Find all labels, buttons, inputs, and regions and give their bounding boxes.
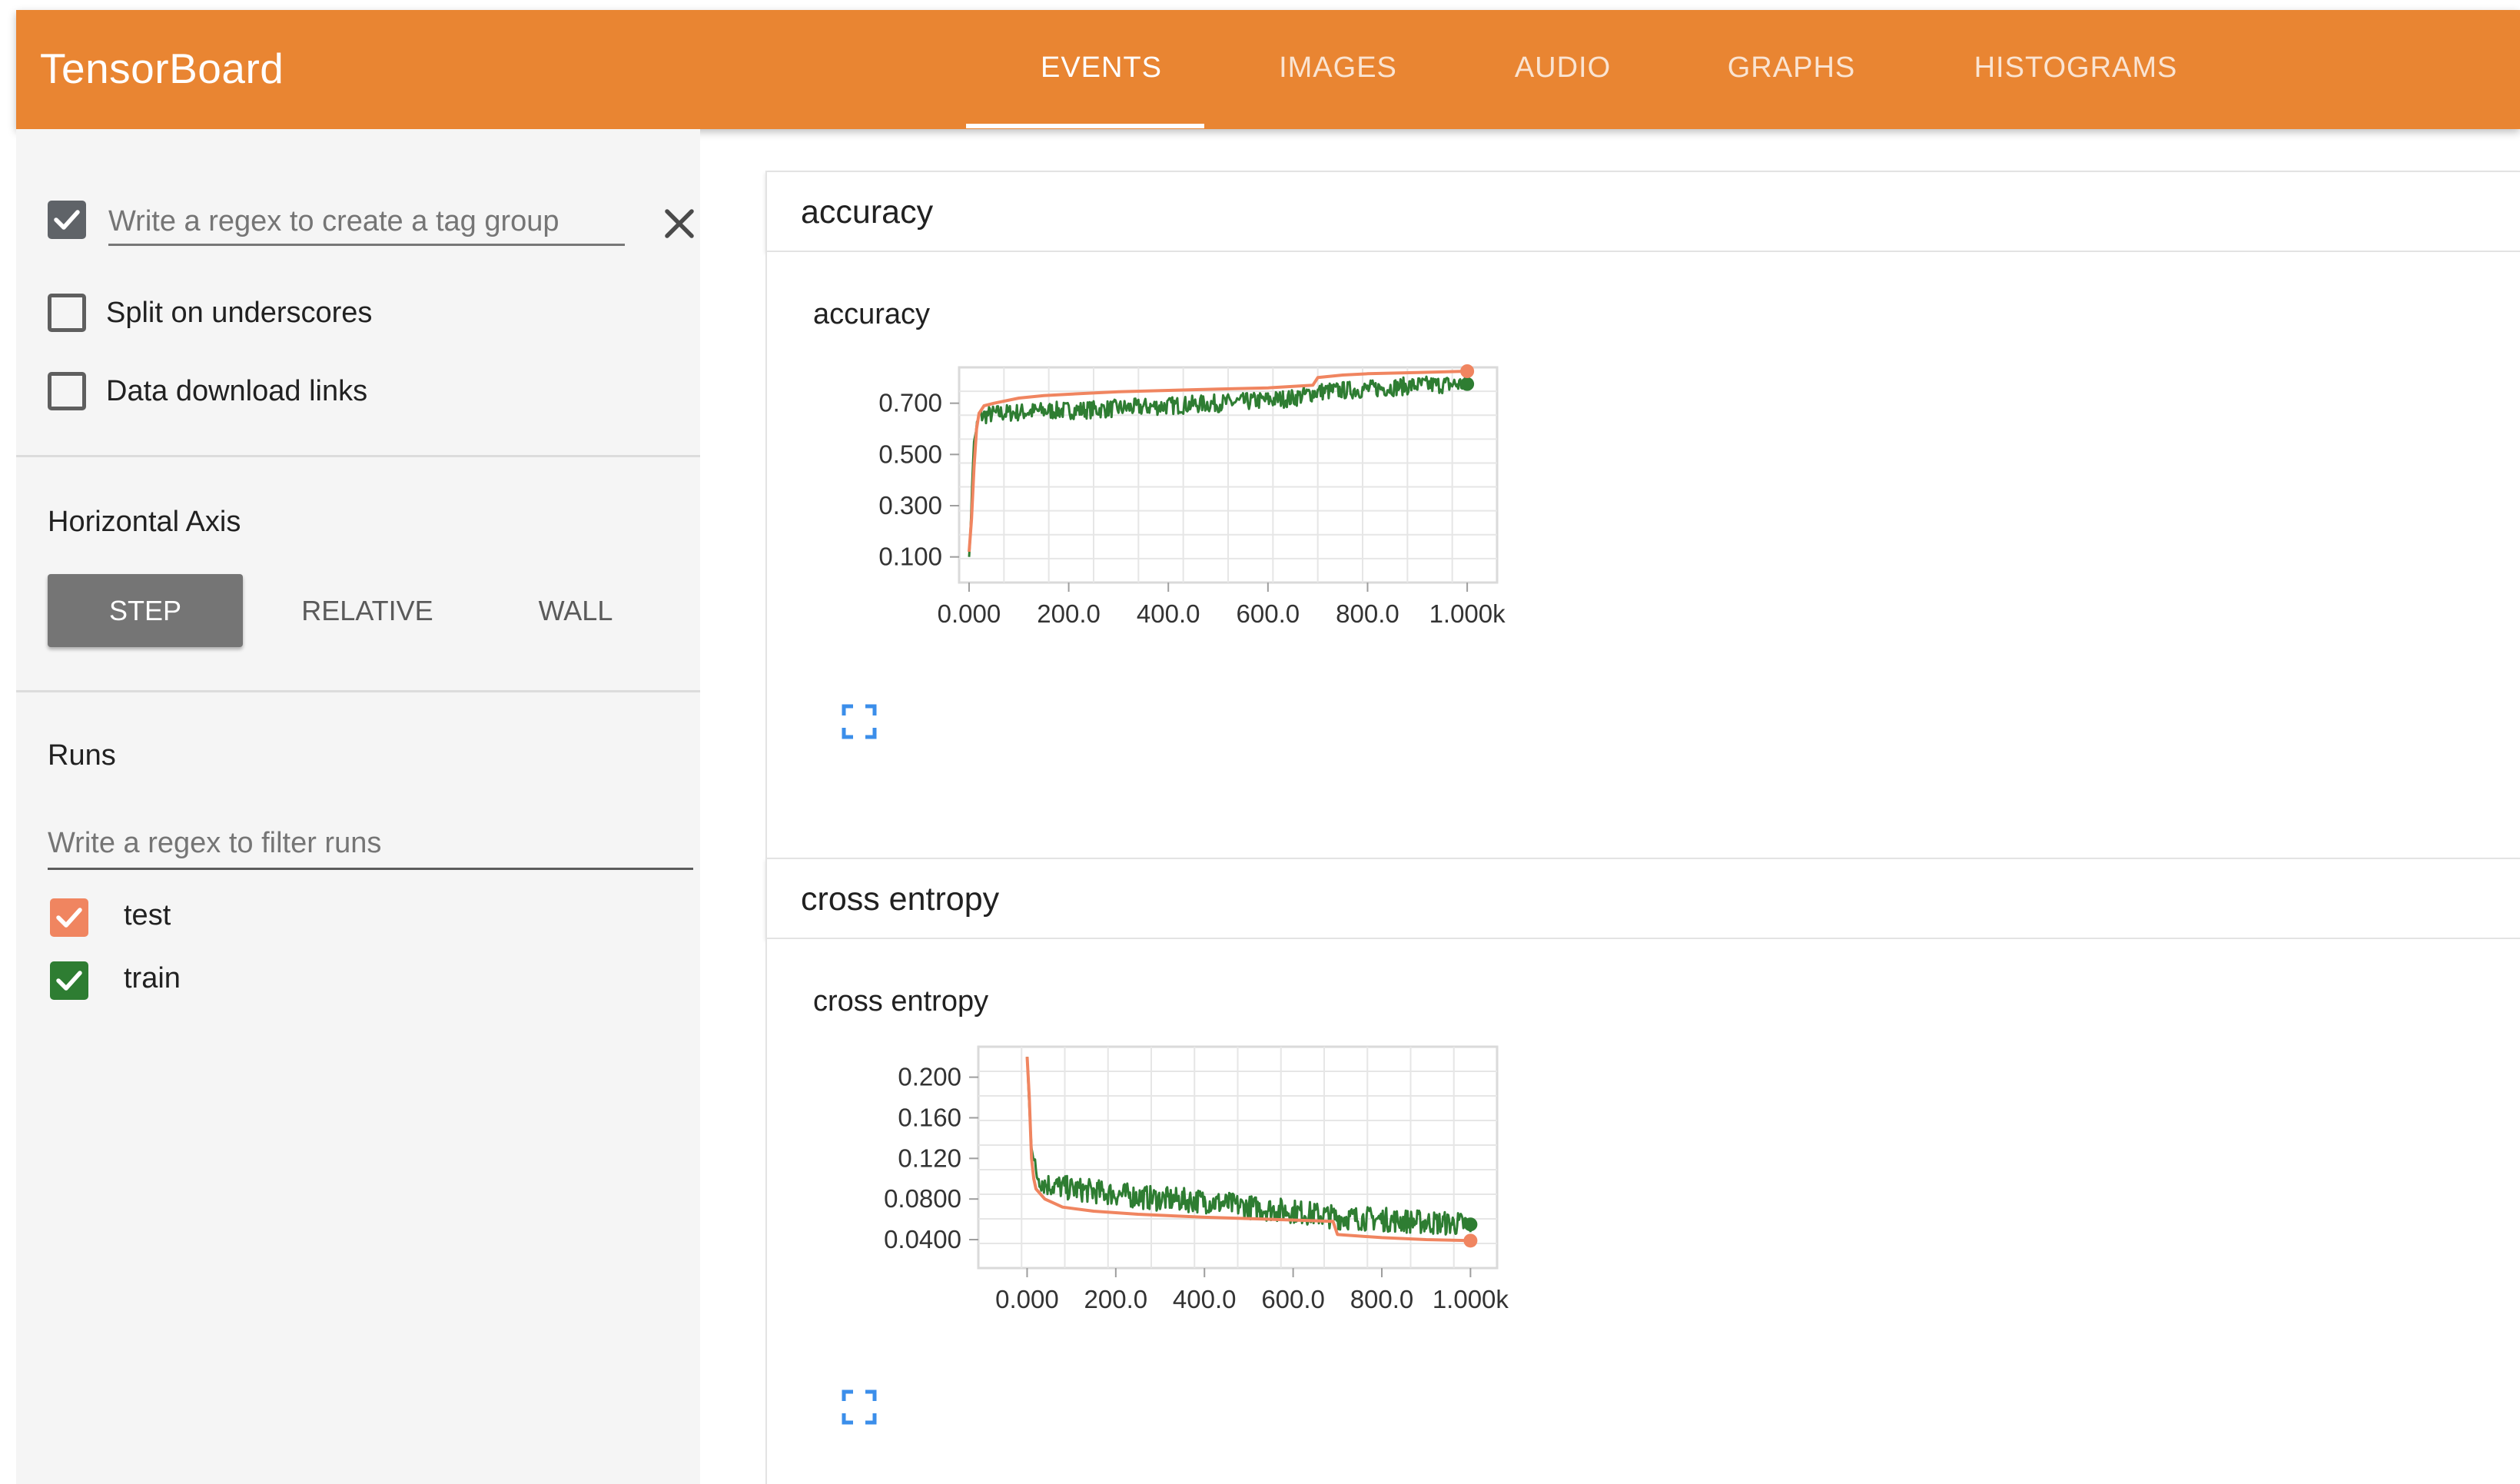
divider xyxy=(16,455,700,457)
x-tick-label: 600.0 xyxy=(1261,1285,1325,1313)
check-icon xyxy=(56,908,82,928)
check-icon xyxy=(56,971,82,991)
x-tick-label: 800.0 xyxy=(1350,1285,1414,1313)
accuracy-chart: 0.100 0.300 0.500 0.700 0.000 200.0 400.0 600.0… xyxy=(878,364,1506,628)
horizontal-axis-label: Horizontal Axis xyxy=(48,506,241,538)
runs-label: Runs xyxy=(48,739,116,772)
sidebar: Split on underscores Data download links… xyxy=(16,129,700,1484)
x-tick-label: 600.0 xyxy=(1237,599,1300,628)
fullscreen-icon[interactable] xyxy=(841,703,878,740)
y-tick-label: 0.120 xyxy=(898,1144,961,1172)
app-title: TensorBoard xyxy=(40,45,284,92)
tab-events[interactable]: EVENTS xyxy=(966,10,1237,129)
x-tick-label: 0.000 xyxy=(995,1285,1059,1313)
x-tick-label: 200.0 xyxy=(1037,599,1101,628)
x-tick-label: 800.0 xyxy=(1336,599,1399,628)
run-test-checkbox[interactable] xyxy=(50,898,88,937)
y-tick-label: 0.300 xyxy=(878,491,942,520)
y-tick-label: 0.160 xyxy=(898,1103,961,1131)
y-tick-label: 0.0800 xyxy=(884,1184,961,1213)
tab-graphs[interactable]: GRAPHS xyxy=(1692,10,1891,129)
run-test-label: test xyxy=(124,899,171,931)
pane-body-accuracy: accuracy 0.100 0.300 0.500 0.700 0.000 200.0 4… xyxy=(765,252,2520,859)
chart-title: accuracy xyxy=(813,298,931,330)
split-underscores-checkbox[interactable] xyxy=(48,294,86,332)
active-tab-indicator xyxy=(966,124,1204,128)
pane-header-cross-entropy[interactable]: cross entropy xyxy=(765,858,2520,939)
y-tick-label: 0.200 xyxy=(898,1063,961,1091)
x-tick-label: 400.0 xyxy=(1173,1285,1237,1313)
axis-relative-button[interactable]: RELATIVE xyxy=(270,574,465,647)
series-endpoint-test xyxy=(1460,364,1475,378)
pane-title: accuracy xyxy=(801,194,934,231)
divider xyxy=(16,690,700,692)
y-tick-label: 0.500 xyxy=(878,440,942,468)
tab-histograms[interactable]: HISTOGRAMS xyxy=(1953,10,2199,129)
cross-entropy-chart: 0.0400 0.0800 0.120 0.160 0.200 0.000 200.0 400… xyxy=(884,1045,1509,1313)
axis-wall-button[interactable]: WALL xyxy=(499,574,652,647)
tab-audio[interactable]: AUDIO xyxy=(1476,10,1649,129)
chart-title: cross entropy xyxy=(813,985,989,1018)
pane-body-cross-entropy: cross entropy 0.0400 0.0800 0.120 0.160 0.20… xyxy=(765,939,2520,1484)
series-endpoint-train xyxy=(1463,1217,1478,1232)
split-underscores-label: Split on underscores xyxy=(106,297,373,329)
runs-filter-input[interactable] xyxy=(48,818,693,870)
axis-step-button[interactable]: STEP xyxy=(48,574,243,647)
close-icon[interactable] xyxy=(658,202,701,245)
y-tick-label: 0.700 xyxy=(878,389,942,417)
data-download-label: Data download links xyxy=(106,375,368,407)
series-endpoint-train xyxy=(1460,377,1475,391)
x-tick-label: 1.000k xyxy=(1433,1285,1509,1313)
top-toolbar: TensorBoard EVENTS IMAGES AUDIO GRAPHS H… xyxy=(16,10,2520,129)
run-train-label: train xyxy=(124,962,181,994)
pane-title: cross entropy xyxy=(801,881,1000,918)
fullscreen-icon[interactable] xyxy=(841,1389,878,1426)
y-tick-label: 0.100 xyxy=(878,543,942,571)
check-icon xyxy=(54,210,80,230)
run-train-checkbox[interactable] xyxy=(50,961,88,1000)
pane-header-accuracy[interactable]: accuracy xyxy=(765,171,2520,252)
tag-group-checkbox[interactable] xyxy=(48,201,86,239)
x-tick-label: 200.0 xyxy=(1084,1285,1148,1313)
x-tick-label: 0.000 xyxy=(938,599,1001,628)
y-tick-label: 0.0400 xyxy=(884,1225,961,1253)
tab-images[interactable]: IMAGES xyxy=(1242,10,1434,129)
data-download-checkbox[interactable] xyxy=(48,372,86,410)
x-tick-label: 1.000k xyxy=(1429,599,1506,628)
tag-group-input[interactable] xyxy=(108,200,625,246)
x-tick-label: 400.0 xyxy=(1137,599,1200,628)
series-endpoint-test xyxy=(1463,1233,1478,1248)
